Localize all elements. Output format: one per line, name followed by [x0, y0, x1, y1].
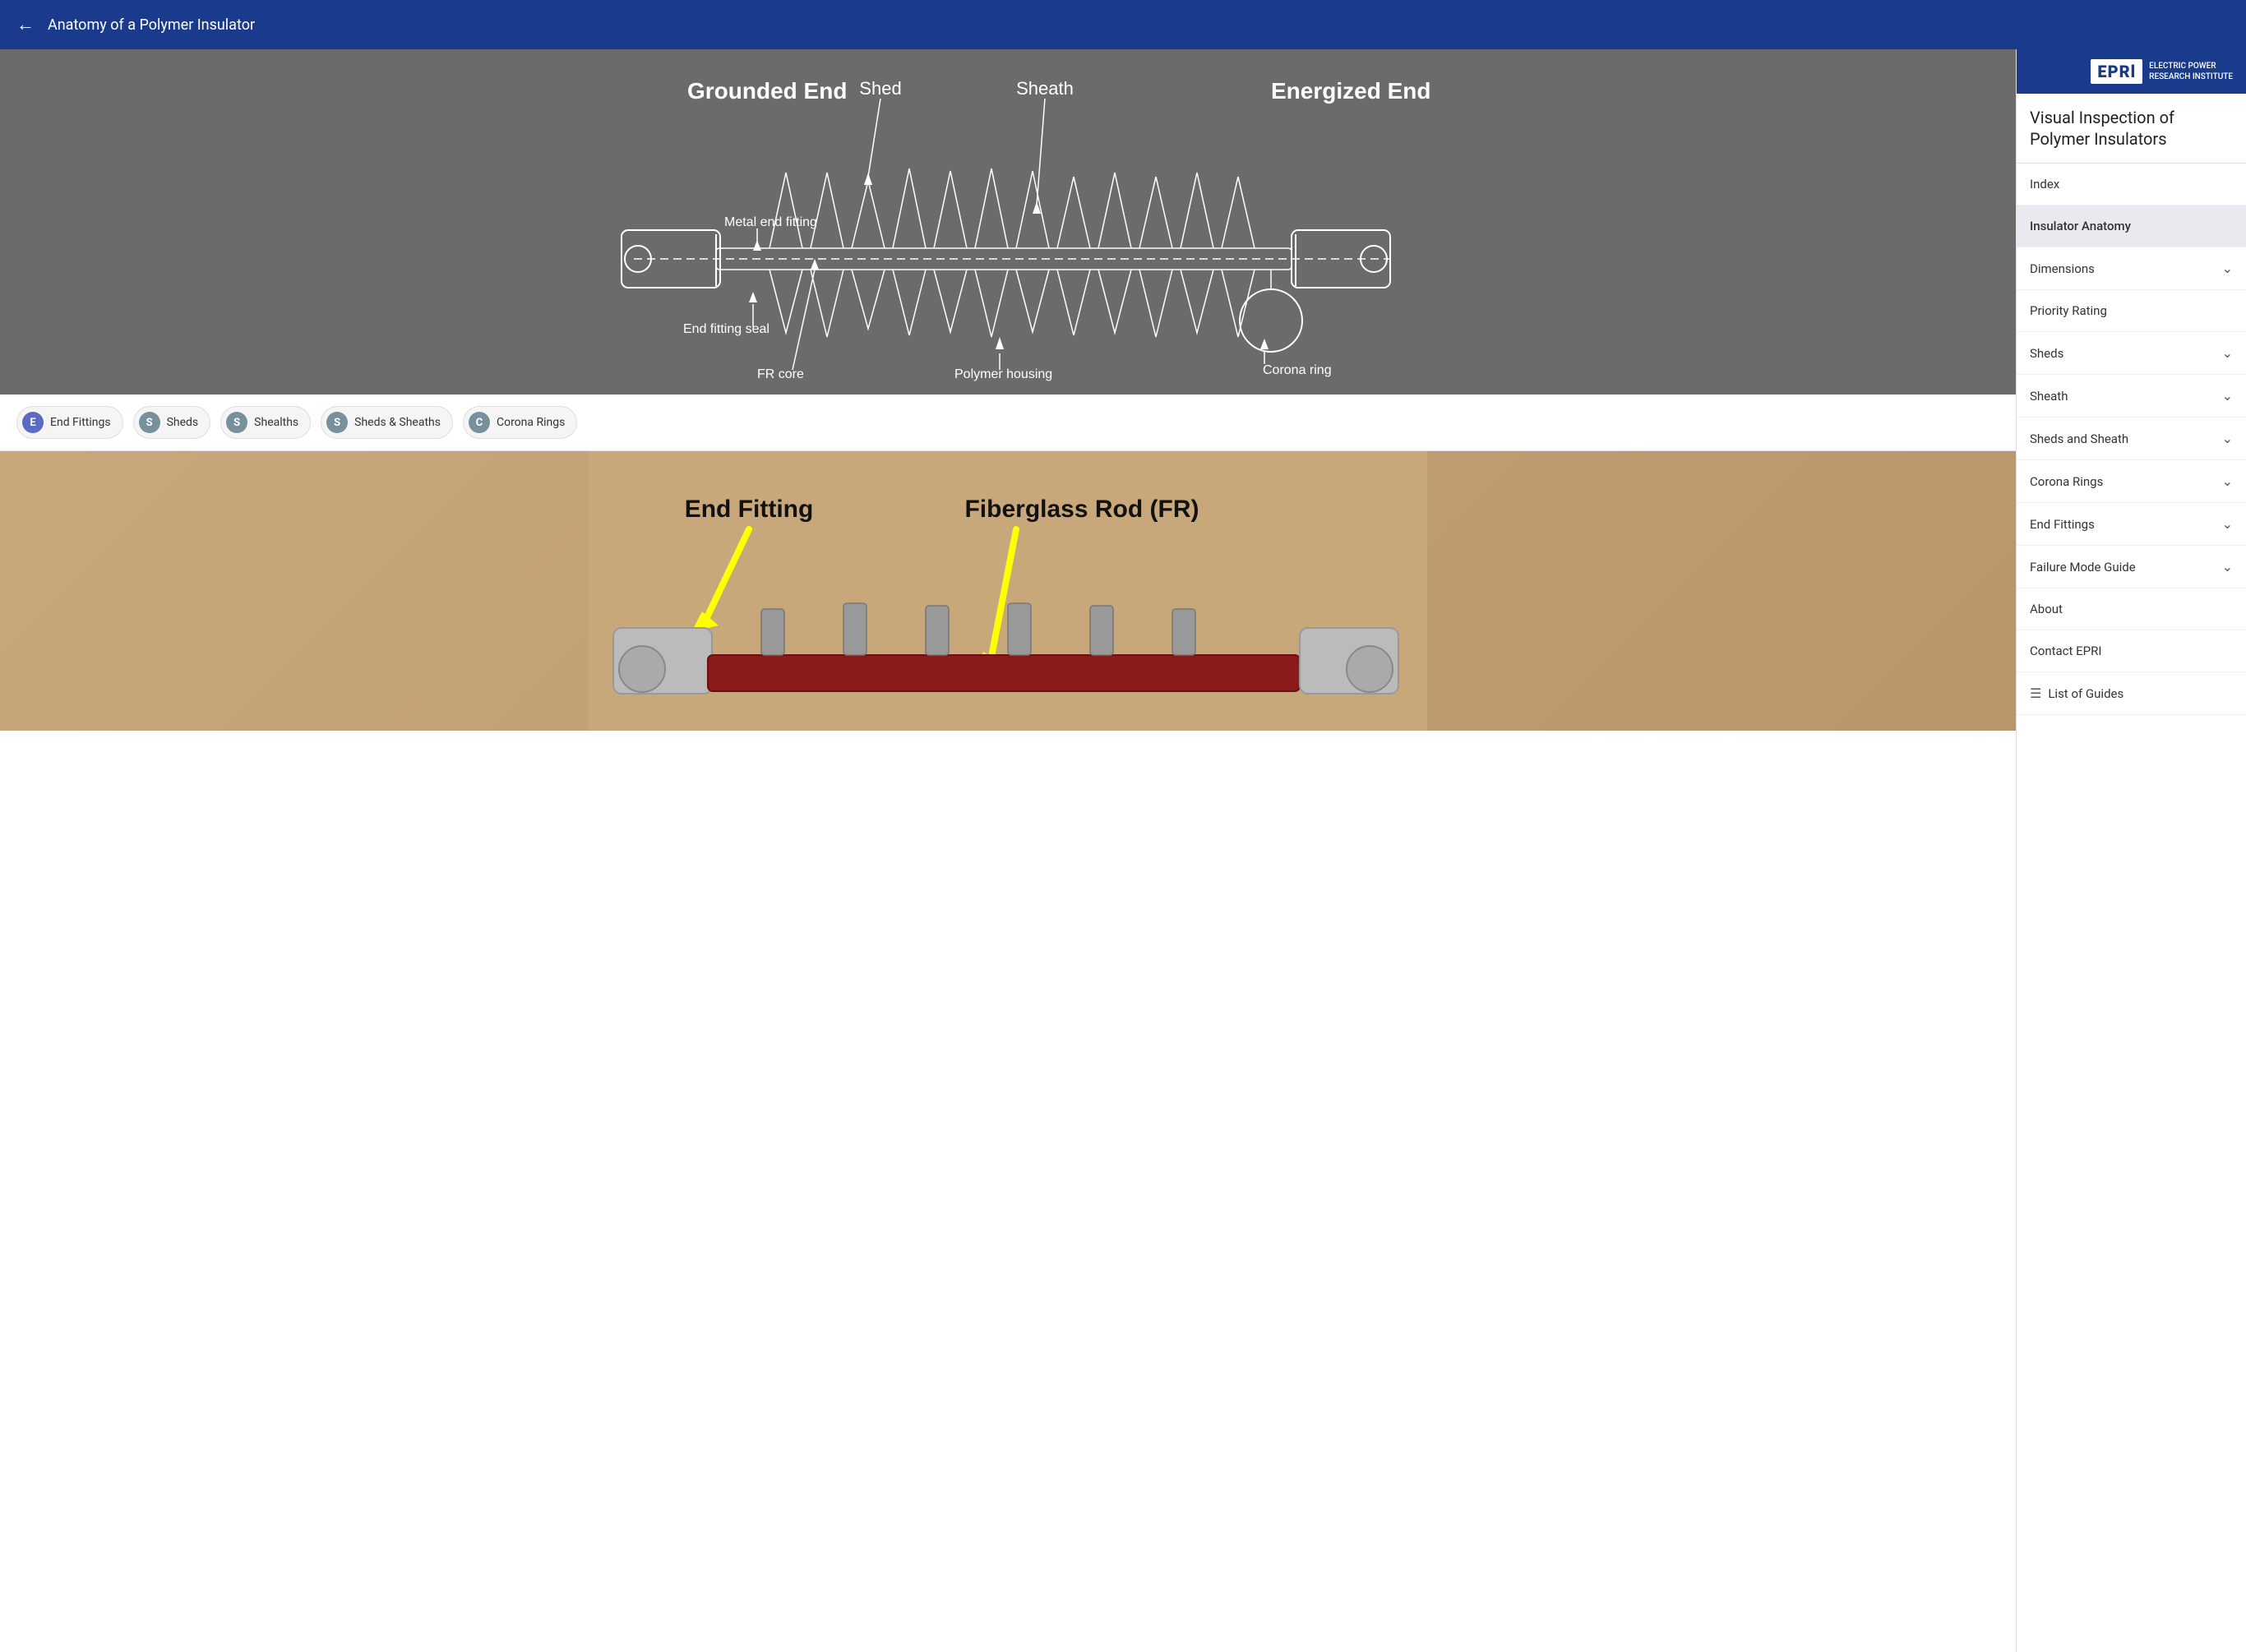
- chevron-down-icon-sheds-and-sheath: ⌄: [2222, 431, 2233, 446]
- main-layout: Grounded End Energized End Shed Sheath: [0, 49, 2246, 1652]
- chip-end-fittings[interactable]: E End Fittings: [16, 406, 123, 439]
- topbar: ← Anatomy of a Polymer Insulator: [0, 0, 2246, 49]
- epri-logo-text: EPRl: [2091, 59, 2142, 84]
- chip-label-sheds-sheaths: Sheds & Sheaths: [354, 416, 441, 429]
- svg-text:Corona ring: Corona ring: [1263, 363, 1332, 377]
- back-button[interactable]: ←: [16, 14, 35, 35]
- nav-list: Index Insulator Anatomy Dimensions ⌄ Pri…: [2017, 164, 2246, 715]
- nav-label-sheath: Sheath: [2030, 389, 2068, 404]
- nav-item-corona-rings[interactable]: Corona Rings ⌄: [2017, 460, 2246, 503]
- chip-label-corona-rings: Corona Rings: [497, 416, 565, 429]
- nav-item-sheath[interactable]: Sheath ⌄: [2017, 375, 2246, 418]
- chevron-down-icon-end-fittings: ⌄: [2222, 516, 2233, 532]
- nav-label-index: Index: [2030, 177, 2059, 192]
- diagram-container: Grounded End Energized End Shed Sheath: [0, 49, 2016, 395]
- nav-label-sheds: Sheds: [2030, 346, 2063, 361]
- topbar-title: Anatomy of a Polymer Insulator: [48, 16, 255, 34]
- nav-item-index[interactable]: Index: [2017, 164, 2246, 205]
- epri-logo-subtitle: ELECTRIC POWERRESEARCH INSTITUTE: [2149, 61, 2233, 82]
- chevron-down-icon-dimensions: ⌄: [2222, 261, 2233, 276]
- svg-text:End fitting seal: End fitting seal: [683, 322, 769, 336]
- nav-label-end-fittings: End Fittings: [2030, 517, 2095, 532]
- sidebar-logo-area: EPRl ELECTRIC POWERRESEARCH INSTITUTE: [2017, 49, 2246, 94]
- chip-avatar-sheds: S: [139, 412, 160, 433]
- epri-logo: EPRl ELECTRIC POWERRESEARCH INSTITUTE: [2091, 59, 2233, 84]
- filter-chips: E End Fittings S Sheds S Shealths S Shed…: [0, 395, 2016, 451]
- svg-text:Shed: Shed: [859, 78, 901, 99]
- nav-label-list-of-guides: List of Guides: [2048, 686, 2124, 701]
- chevron-down-icon-sheath: ⌄: [2222, 388, 2233, 404]
- nav-item-list-of-guides[interactable]: ☰ List of Guides: [2017, 672, 2246, 715]
- nav-label-failure-mode-guide: Failure Mode Guide: [2030, 560, 2136, 575]
- diagram-section: Grounded End Energized End Shed Sheath: [0, 49, 2016, 451]
- nav-item-contact-epri[interactable]: Contact EPRI: [2017, 630, 2246, 672]
- svg-text:Metal end fitting: Metal end fitting: [724, 215, 817, 229]
- chip-avatar-shealths: S: [226, 412, 247, 433]
- chip-corona-rings[interactable]: C Corona Rings: [463, 406, 577, 439]
- svg-text:Sheath: Sheath: [1016, 78, 1074, 99]
- end-fitting-label: End Fitting: [685, 496, 814, 523]
- chip-shealths[interactable]: S Shealths: [220, 406, 311, 439]
- chip-avatar-end-fittings: E: [22, 412, 44, 433]
- nav-label-about: About: [2030, 602, 2063, 616]
- nav-item-sheds-and-sheath[interactable]: Sheds and Sheath ⌄: [2017, 418, 2246, 460]
- chip-sheds[interactable]: S Sheds: [133, 406, 211, 439]
- chip-avatar-corona-rings: C: [469, 412, 490, 433]
- sidebar-title: Visual Inspection of Polymer Insulators: [2017, 94, 2246, 164]
- nav-item-end-fittings[interactable]: End Fittings ⌄: [2017, 503, 2246, 546]
- nav-item-about[interactable]: About: [2017, 588, 2246, 630]
- chip-label-sheds: Sheds: [167, 416, 199, 429]
- nav-item-sheds[interactable]: Sheds ⌄: [2017, 332, 2246, 375]
- chevron-down-icon-failure-mode-guide: ⌄: [2222, 559, 2233, 575]
- chip-avatar-sheds-sheaths: S: [326, 412, 348, 433]
- nav-item-priority-rating[interactable]: Priority Rating: [2017, 290, 2246, 332]
- nav-label-insulator-anatomy: Insulator Anatomy: [2030, 219, 2131, 233]
- content-area: Grounded End Energized End Shed Sheath: [0, 49, 2016, 1652]
- nav-label-sheds-and-sheath: Sheds and Sheath: [2030, 431, 2128, 446]
- nav-item-insulator-anatomy[interactable]: Insulator Anatomy: [2017, 205, 2246, 247]
- list-icon: ☰: [2030, 685, 2041, 701]
- nav-label-corona-rings: Corona Rings: [2030, 474, 2103, 489]
- chip-sheds-sheaths[interactable]: S Sheds & Sheaths: [321, 406, 453, 439]
- svg-text:Polymer housing: Polymer housing: [954, 367, 1052, 381]
- anatomy-diagram: Grounded End Energized End Shed Sheath: [0, 49, 2016, 395]
- chevron-down-icon-sheds: ⌄: [2222, 345, 2233, 361]
- nav-label-contact-epri: Contact EPRI: [2030, 644, 2101, 658]
- chip-label-shealths: Shealths: [254, 416, 298, 429]
- sidebar: EPRl ELECTRIC POWERRESEARCH INSTITUTE Vi…: [2016, 49, 2246, 1652]
- nav-list-of-guides-inner: ☰ List of Guides: [2030, 685, 2124, 701]
- nav-label-priority-rating: Priority Rating: [2030, 303, 2107, 318]
- photo-inner: End Fitting Fiberglass Rod (FR): [0, 451, 2016, 731]
- svg-text:FR core: FR core: [757, 367, 804, 381]
- chip-label-end-fittings: End Fittings: [50, 416, 111, 429]
- nav-item-dimensions[interactable]: Dimensions ⌄: [2017, 247, 2246, 290]
- svg-text:Energized End: Energized End: [1271, 78, 1430, 104]
- svg-text:Grounded End: Grounded End: [687, 78, 847, 104]
- nav-label-dimensions: Dimensions: [2030, 261, 2095, 276]
- nav-item-failure-mode-guide[interactable]: Failure Mode Guide ⌄: [2017, 546, 2246, 588]
- chevron-down-icon-corona-rings: ⌄: [2222, 473, 2233, 489]
- photo-section: End Fitting Fiberglass Rod (FR): [0, 451, 2016, 731]
- photo-diagram: End Fitting Fiberglass Rod (FR): [0, 451, 2016, 731]
- fiberglass-rod-label: Fiberglass Rod (FR): [964, 496, 1199, 523]
